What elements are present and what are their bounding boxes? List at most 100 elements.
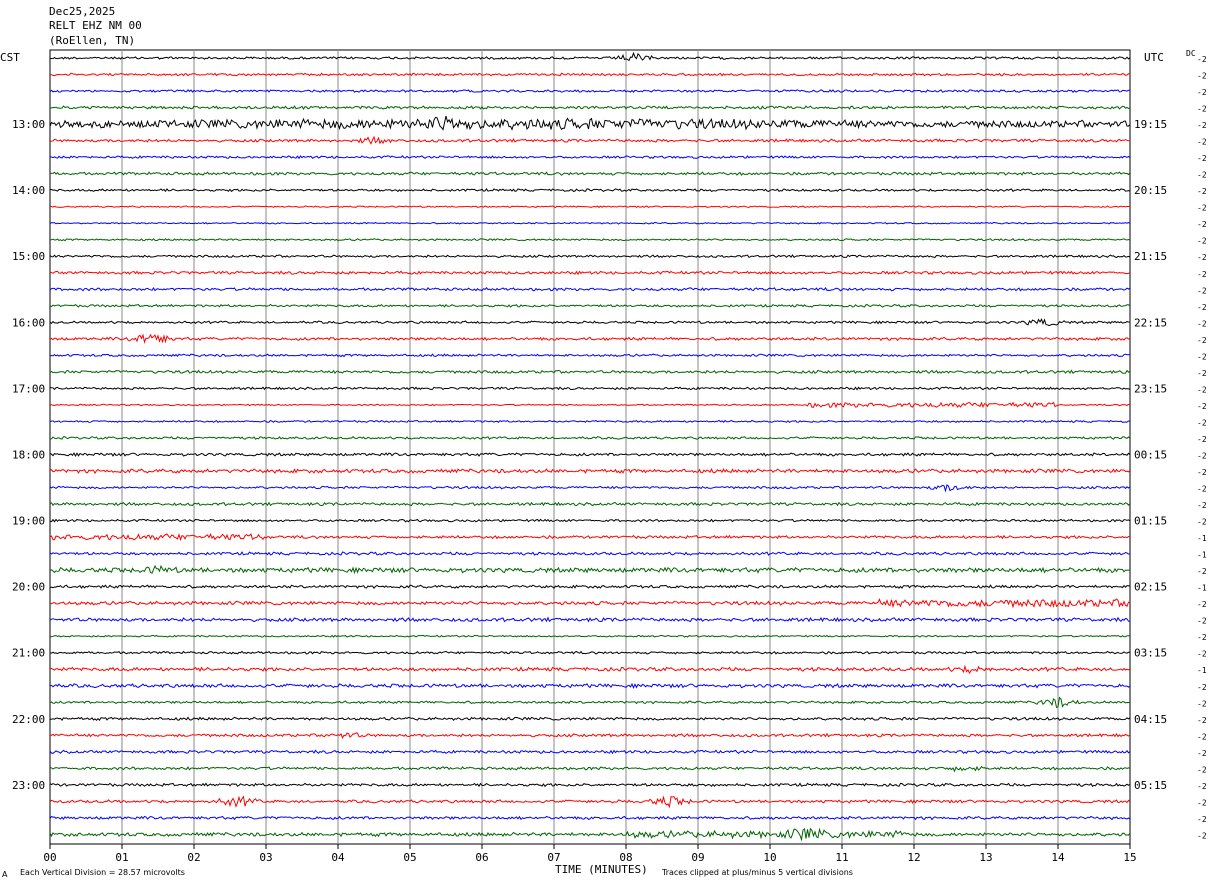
dc-offset-2: -2: [1197, 88, 1207, 97]
dc-label: DC: [1186, 49, 1196, 58]
trace-line-8: [49, 188, 1131, 193]
cst-hour-label-5: 18:00: [12, 448, 45, 461]
dc-offset-12: -2: [1197, 253, 1207, 262]
utc-hour-label-7: 02:15: [1134, 581, 1167, 594]
dc-offset-7: -2: [1197, 171, 1207, 180]
x-axis-title: TIME (MINUTES): [555, 863, 648, 876]
x-tick-label-12: 12: [907, 851, 920, 864]
trace-line-45: [49, 795, 1131, 809]
trace-line-30: [49, 551, 1131, 556]
dc-offset-24: -2: [1197, 451, 1207, 460]
trace-line-40: [50, 716, 1131, 722]
dc-offset-14: -2: [1197, 286, 1207, 295]
trace-line-24: [49, 452, 1131, 458]
cst-hour-label-2: 15:00: [12, 250, 45, 263]
x-tick-label-15: 15: [1123, 851, 1136, 864]
dc-offset-45: -2: [1197, 798, 1207, 807]
dc-offset-43: -2: [1197, 765, 1207, 774]
x-tick-label-00: 00: [43, 851, 56, 864]
trace-line-25: [49, 467, 1131, 475]
scale-note: Each Vertical Division = 28.57 microvolt…: [20, 868, 185, 877]
trace-line-5: [49, 135, 1130, 145]
cst-zone-label: CST: [0, 51, 20, 64]
trace-line-12: [49, 254, 1131, 259]
dc-offset-22: -2: [1197, 418, 1207, 427]
utc-zone-label: UTC: [1144, 51, 1164, 64]
axis-labels: 00 01 02 03 04 05 06 07 08 09 10 11 12 13 14 15-2-2-2-2…: [12, 55, 1207, 864]
dc-offset-47: -2: [1197, 831, 1207, 840]
trace-line-6: [49, 155, 1131, 160]
utc-hour-label-1: 20:15: [1134, 184, 1167, 197]
trace-line-34: [49, 616, 1131, 623]
trace-line-39: [49, 696, 1131, 709]
dc-offset-6: -2: [1197, 154, 1207, 163]
dc-offset-27: -2: [1197, 501, 1207, 510]
dc-offset-42: -2: [1197, 749, 1207, 758]
plot-frame: [49, 49, 1131, 845]
dc-offset-11: -2: [1197, 237, 1207, 246]
trace-line-27: [49, 501, 1131, 507]
dc-offset-1: -2: [1197, 72, 1207, 81]
cst-hour-label-8: 21:00: [12, 647, 45, 660]
cst-hour-label-9: 22:00: [12, 713, 45, 726]
utc-hour-label-4: 23:15: [1134, 382, 1167, 395]
dc-offset-36: -2: [1197, 650, 1207, 659]
utc-hour-label-10: 05:15: [1134, 779, 1167, 792]
utc-hour-label-2: 21:15: [1134, 250, 1167, 263]
trace-line-13: [49, 270, 1131, 276]
trace-line-15: [49, 303, 1131, 308]
helicorder-plot: 00 01 02 03 04 05 06 07 08 09 10 11 12 13 14 15-2-2-2-2…: [0, 49, 1207, 879]
corner-mark: A: [2, 870, 8, 879]
trace-line-32: [49, 584, 1131, 590]
trace-line-26: [49, 483, 1131, 493]
trace-line-46: [49, 815, 1131, 821]
dc-offset-39: -2: [1197, 699, 1207, 708]
dc-offset-35: -2: [1197, 633, 1207, 642]
dc-offset-32: -1: [1197, 584, 1207, 593]
trace-line-43: [49, 765, 1131, 773]
dc-offset-38: -2: [1197, 683, 1207, 692]
clip-note: Traces clipped at plus/minus 5 vertical …: [661, 868, 853, 877]
dc-offset-46: -2: [1197, 815, 1207, 824]
cst-hour-label-10: 23:00: [12, 779, 45, 792]
cst-hour-label-0: 13:00: [12, 118, 45, 131]
dc-offset-31: -2: [1197, 567, 1207, 576]
dc-offset-8: -2: [1197, 187, 1207, 196]
trace-line-38: [49, 682, 1131, 689]
trace-line-22: [49, 419, 1131, 424]
trace-line-4: [49, 115, 1131, 131]
dc-offset-25: -2: [1197, 468, 1207, 477]
trace-line-47: [49, 827, 1131, 842]
dc-offset-41: -2: [1197, 732, 1207, 741]
dc-offset-30: -1: [1197, 551, 1207, 560]
dc-offset-16: -2: [1197, 319, 1207, 328]
trace-line-28: [49, 518, 1131, 523]
x-tick-label-01: 01: [115, 851, 128, 864]
trace-line-42: [49, 749, 1131, 755]
trace-line-17: [49, 333, 1131, 344]
trace-line-10: [49, 221, 1131, 225]
dc-offset-9: -2: [1197, 204, 1207, 213]
trace-line-37: [49, 664, 1131, 675]
cst-hour-label-7: 20:00: [12, 581, 45, 594]
utc-hour-label-3: 22:15: [1134, 316, 1167, 329]
dc-offset-44: -2: [1197, 782, 1207, 791]
dc-offset-17: -2: [1197, 336, 1207, 345]
dc-offset-37: -1: [1197, 666, 1207, 675]
x-tick-label-05: 05: [403, 851, 416, 864]
dc-offset-23: -2: [1197, 435, 1207, 444]
cst-hour-label-3: 16:00: [12, 316, 45, 329]
x-tick-label-11: 11: [835, 851, 848, 864]
cst-hour-label-4: 17:00: [12, 382, 45, 395]
x-tick-label-10: 10: [763, 851, 776, 864]
dc-offset-13: -2: [1197, 270, 1207, 279]
trace-line-23: [49, 436, 1131, 440]
utc-hour-label-8: 03:15: [1134, 647, 1167, 660]
trace-line-21: [49, 401, 1131, 409]
dc-offset-28: -2: [1197, 518, 1207, 527]
trace-line-16: [49, 318, 1131, 327]
trace-line-41: [49, 732, 1131, 739]
trace-line-3: [49, 105, 1131, 110]
dc-offset-20: -2: [1197, 385, 1207, 394]
utc-hour-label-9: 04:15: [1134, 713, 1167, 726]
